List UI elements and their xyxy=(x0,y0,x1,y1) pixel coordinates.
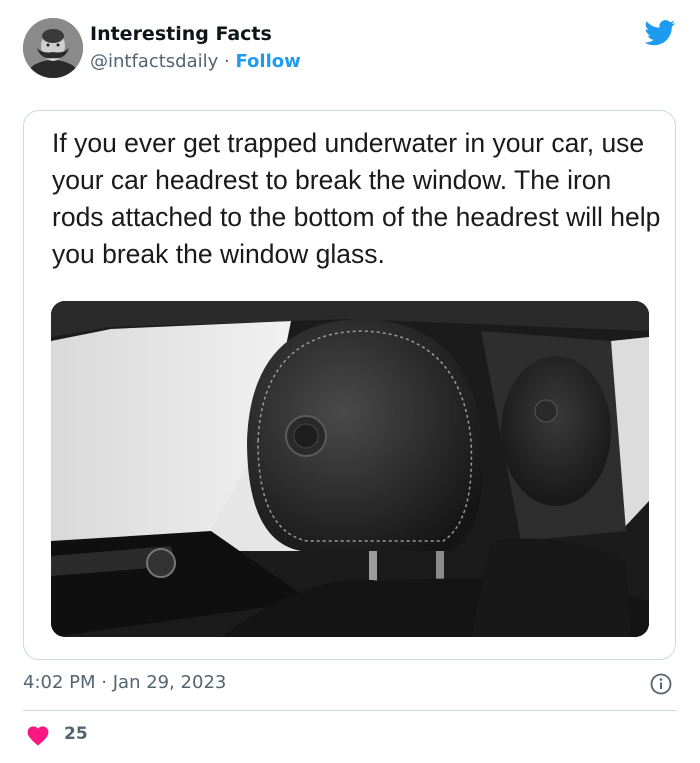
tweet-media-card[interactable]: If you ever get trapped underwater in yo… xyxy=(23,110,676,660)
follow-button[interactable]: Follow xyxy=(235,51,300,72)
like-count[interactable]: 25 xyxy=(64,724,88,744)
author-avatar[interactable] xyxy=(23,18,83,78)
tweet-timestamp[interactable]: 4:02 PM · Jan 29, 2023 xyxy=(23,672,226,693)
heart-icon[interactable] xyxy=(26,724,50,746)
timestamp-separator: · xyxy=(101,672,107,693)
author-handle-line: @intfactsdaily · Follow xyxy=(90,51,301,72)
info-icon[interactable] xyxy=(650,673,672,695)
image-caption-text: If you ever get trapped underwater in yo… xyxy=(52,128,661,269)
tweet-time: 4:02 PM xyxy=(23,672,96,693)
divider xyxy=(23,710,677,711)
author-handle[interactable]: @intfactsdaily xyxy=(90,51,218,72)
tweet-date: Jan 29, 2023 xyxy=(112,672,227,693)
car-headrest-photo xyxy=(51,301,649,637)
twitter-bird-icon[interactable] xyxy=(644,20,676,46)
separator-dot: · xyxy=(224,51,230,72)
author-name[interactable]: Interesting Facts xyxy=(90,23,272,45)
